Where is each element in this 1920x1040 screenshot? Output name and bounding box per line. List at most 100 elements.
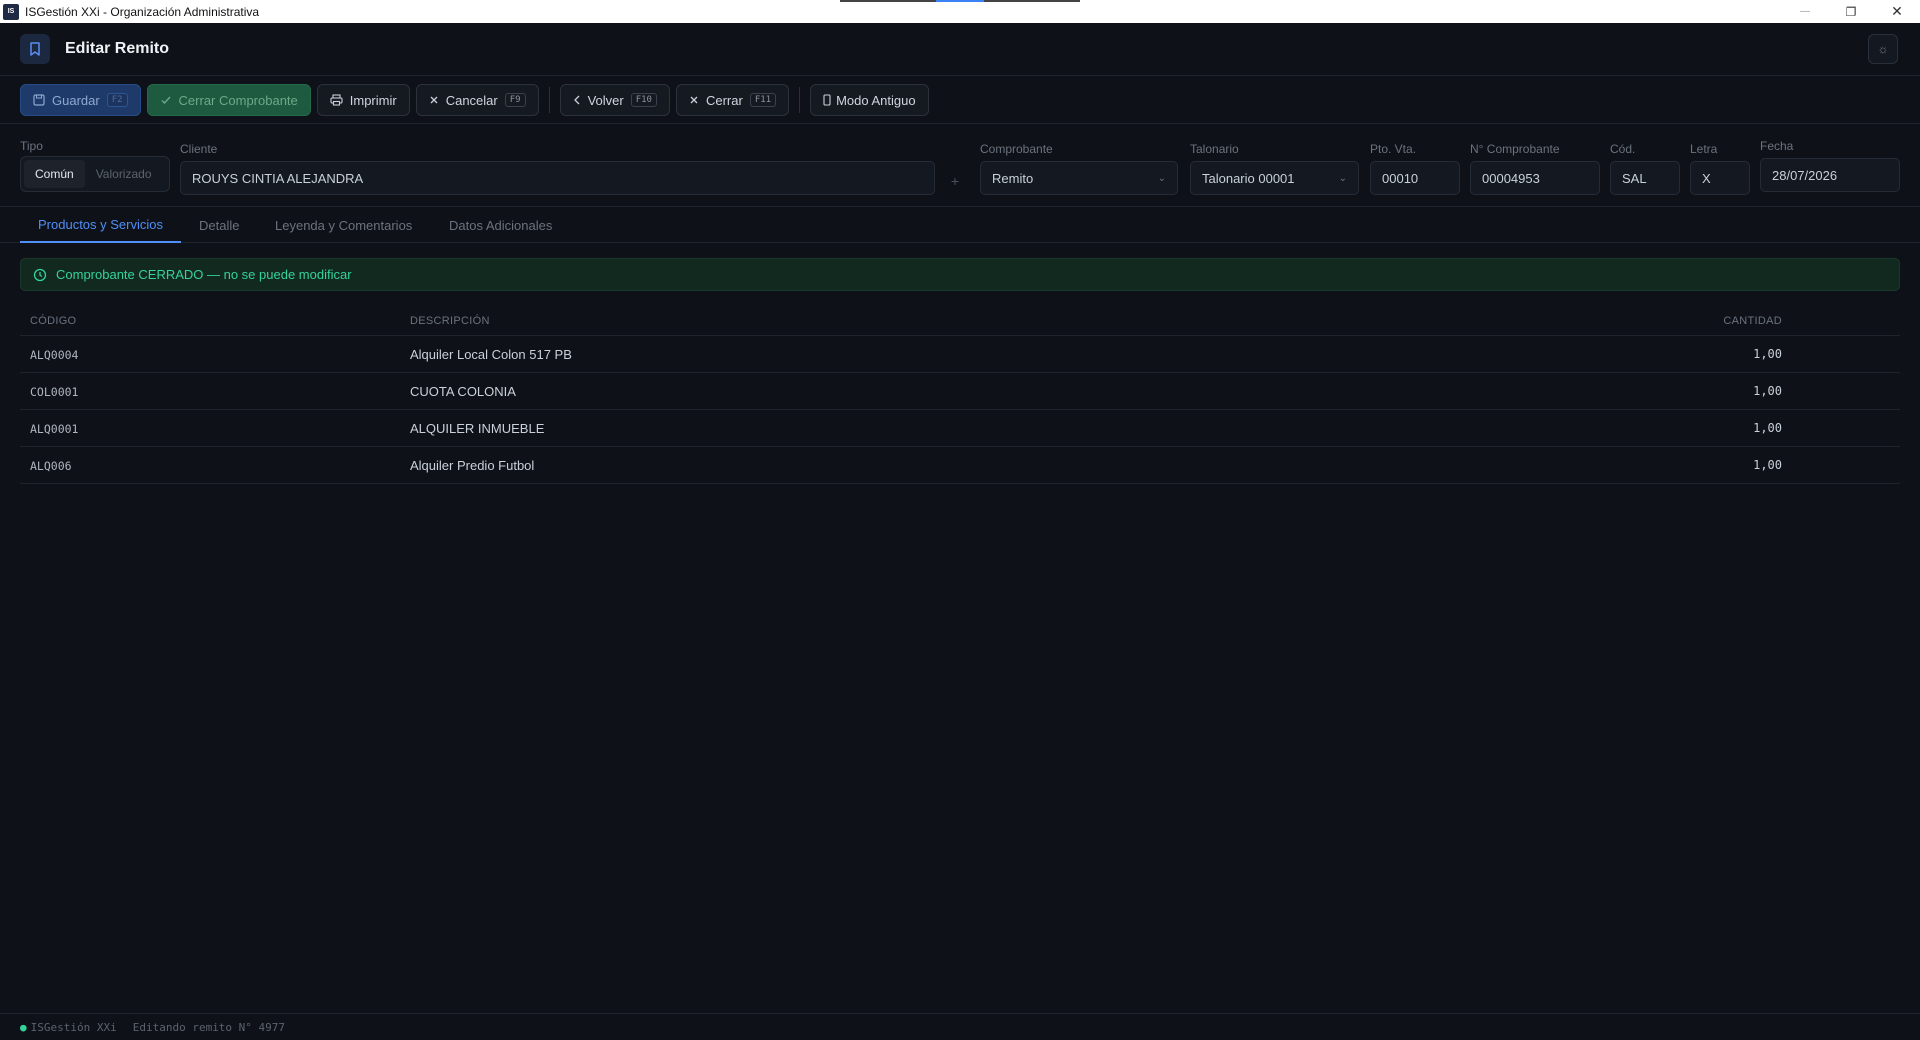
legacy-mode-button[interactable]: Modo Antiguo [810,84,929,116]
print-button[interactable]: Imprimir [316,84,410,116]
fecha-input[interactable]: 28/07/2026 [1760,158,1900,192]
window-drag-indicator [936,0,984,2]
cancel-shortcut: F9 [504,93,526,107]
save-icon [33,94,45,106]
products-table: CÓDIGO DESCRIPCIÓN CANTIDAD ALQ0004 Alqu… [20,308,1900,484]
tab-detalle[interactable]: Detalle [181,207,257,243]
status-app: ● ISGestión XXi [20,1021,117,1034]
restore-button[interactable]: ❐ [1828,0,1874,23]
sun-icon: ☼ [1877,42,1889,56]
tipo-option-comun[interactable]: Común [24,160,85,188]
talonario-label: Talonario [1190,142,1239,156]
status-bar: ● ISGestión XXi Editando remito N° 4977 [0,1013,1920,1040]
cell-codigo: COL0001 [30,385,79,399]
save-shortcut: F2 [106,93,128,107]
tab-productos-servicios[interactable]: Productos y Servicios [20,207,181,243]
cell-cantidad: 1,00 [1753,347,1782,361]
cod-input[interactable]: SAL [1610,161,1680,195]
banner-text: Comprobante CERRADO — no se puede modifi… [56,267,352,282]
cell-codigo: ALQ006 [30,459,72,473]
cell-descripcion: CUOTA COLONIA [410,384,516,399]
toolbar: Guardar F2 Cerrar Comprobante Imprimir C… [0,77,1920,124]
print-label: Imprimir [349,92,397,108]
legacy-mode-label: Modo Antiguo [836,92,916,108]
cell-cantidad: 1,00 [1753,384,1782,398]
window-close-button[interactable]: ✕ [1874,0,1920,23]
check-icon [161,96,171,105]
letra-input[interactable]: X [1690,161,1750,195]
talonario-select[interactable]: Talonario 00001 ⌄ [1190,161,1359,195]
printer-icon [330,94,343,106]
closed-voucher-banner: Comprobante CERRADO — no se puede modifi… [20,258,1900,291]
theme-toggle-button[interactable]: ☼ [1868,34,1898,64]
window-title: ISGestión XXi - Organización Administrat… [25,4,260,19]
tab-leyenda-comentarios[interactable]: Leyenda y Comentarios [257,207,430,243]
close-button[interactable]: Cerrar F11 [675,84,790,116]
cell-cantidad: 1,00 [1753,458,1782,472]
close-shortcut: F11 [749,93,777,107]
cliente-input[interactable]: ROUYS CINTIA ALEJANDRA [180,161,935,195]
pto-vta-label: Pto. Vta. [1370,142,1417,156]
back-button[interactable]: Volver F10 [559,84,670,116]
fecha-value: 28/07/2026 [1772,167,1838,183]
phone-icon [823,94,831,106]
cancel-label: Cancelar [445,92,498,108]
pto-vta-input[interactable]: 00010 [1370,161,1460,195]
fecha-label: Fecha [1760,139,1794,153]
bookmark-icon [20,34,50,64]
save-button[interactable]: Guardar F2 [20,84,141,116]
tipo-option-valorizado[interactable]: Valorizado [85,160,163,188]
tipo-label: Tipo [20,139,43,153]
clock-icon [33,268,47,281]
table-row[interactable]: ALQ0004 Alquiler Local Colon 517 PB 1,00 [20,336,1900,373]
cliente-label: Cliente [180,142,218,156]
status-text: Editando remito N° 4977 [132,1020,286,1034]
comprobante-select[interactable]: Remito ⌄ [980,161,1178,195]
plus-icon: + [950,173,960,189]
add-client-button[interactable]: + [943,164,967,198]
restore-icon: ❐ [1845,4,1857,19]
close-label: Cerrar [705,92,743,108]
cod-value: SAL [1622,170,1647,186]
comprobante-value: Remito [992,170,1034,186]
save-label: Guardar [52,92,100,108]
app-icon: IS [3,3,19,20]
tab-bar: Productos y Servicios Detalle Leyenda y … [0,207,1920,243]
close-voucher-button[interactable]: Cerrar Comprobante [146,84,311,116]
cancel-button[interactable]: Cancelar F9 [415,84,539,116]
back-shortcut: F10 [630,93,657,107]
cell-descripcion: Alquiler Predio Futbol [410,458,535,473]
minimize-icon: — [1800,6,1810,17]
table-row[interactable]: COL0001 CUOTA COLONIA 1,00 [20,373,1900,410]
table-header: CÓDIGO DESCRIPCIÓN CANTIDAD [20,308,1900,336]
window-titlebar: IS ISGestión XXi - Organización Administ… [0,0,1920,23]
table-row[interactable]: ALQ006 Alquiler Predio Futbol 1,00 [20,447,1900,484]
status-dot-icon: ● [20,1020,27,1034]
column-header-codigo: CÓDIGO [30,315,77,327]
toolbar-divider [548,87,550,113]
table-row[interactable]: ALQ0001 ALQUILER INMUEBLE 1,00 [20,410,1900,447]
talonario-value: Talonario 00001 [1202,170,1295,186]
cell-codigo: ALQ0004 [30,348,79,362]
toolbar-divider [799,87,801,113]
tab-datos-adicionales[interactable]: Datos Adicionales [431,207,570,243]
nro-comprobante-label: N° Comprobante [1470,142,1560,156]
cell-descripcion: ALQUILER INMUEBLE [410,421,545,436]
page-header: Editar Remito ☼ [0,23,1920,76]
cod-label: Cód. [1610,142,1636,156]
x-icon [430,96,438,104]
chevron-down-icon: ⌄ [1157,172,1166,184]
close-voucher-label: Cerrar Comprobante [178,92,298,108]
back-label: Volver [587,92,624,108]
pto-vta-value: 00010 [1382,170,1419,186]
chevron-down-icon: ⌄ [1338,172,1347,184]
x-icon [690,96,698,104]
comprobante-label: Comprobante [980,142,1053,156]
nro-comprobante-value: 00004953 [1482,170,1540,186]
letra-value: X [1702,170,1711,186]
minimize-button[interactable]: — [1782,0,1828,23]
tipo-segmented-control: Común Valorizado [20,156,170,192]
nro-comprobante-input[interactable]: 00004953 [1470,161,1600,195]
chevron-left-icon [573,95,580,105]
cell-codigo: ALQ0001 [30,422,79,436]
